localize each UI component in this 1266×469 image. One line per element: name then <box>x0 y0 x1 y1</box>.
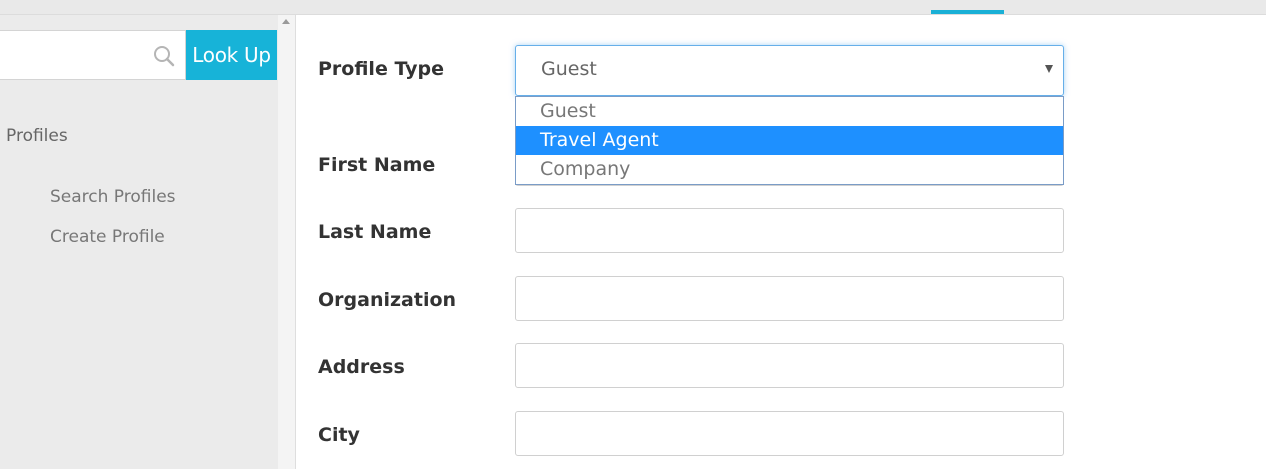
search-icon[interactable] <box>152 44 176 68</box>
city-label: City <box>318 424 360 446</box>
profile-type-dropdown: Guest Travel Agent Company <box>515 96 1064 185</box>
scroll-up-icon[interactable] <box>282 19 290 24</box>
sidebar-item-search-profiles[interactable]: Search Profiles <box>50 187 176 207</box>
active-tab-indicator <box>931 10 1004 14</box>
chevron-down-icon[interactable] <box>1045 65 1053 73</box>
profile-type-selected-value: Guest <box>541 58 597 80</box>
sidebar-section-profiles[interactable]: Profiles <box>6 126 68 146</box>
organization-label: Organization <box>318 289 457 311</box>
city-input[interactable] <box>515 411 1064 456</box>
sidebar-item-create-profile[interactable]: Create Profile <box>50 227 165 247</box>
option-travel-agent[interactable]: Travel Agent <box>516 126 1063 155</box>
address-input[interactable] <box>515 343 1064 388</box>
address-label: Address <box>318 356 405 378</box>
profile-type-select[interactable]: Guest <box>515 45 1064 96</box>
look-up-button[interactable]: Look Up <box>186 30 277 80</box>
lookup-search-field[interactable] <box>0 30 186 80</box>
sidebar-scrollbar[interactable] <box>278 15 296 469</box>
last-name-label: Last Name <box>318 221 432 243</box>
top-bar <box>0 0 1266 15</box>
first-name-label: First Name <box>318 154 436 176</box>
option-guest[interactable]: Guest <box>516 97 1063 126</box>
last-name-input[interactable] <box>515 208 1064 253</box>
profile-type-label: Profile Type <box>318 58 445 80</box>
option-company[interactable]: Company <box>516 155 1063 184</box>
organization-input[interactable] <box>515 276 1064 321</box>
